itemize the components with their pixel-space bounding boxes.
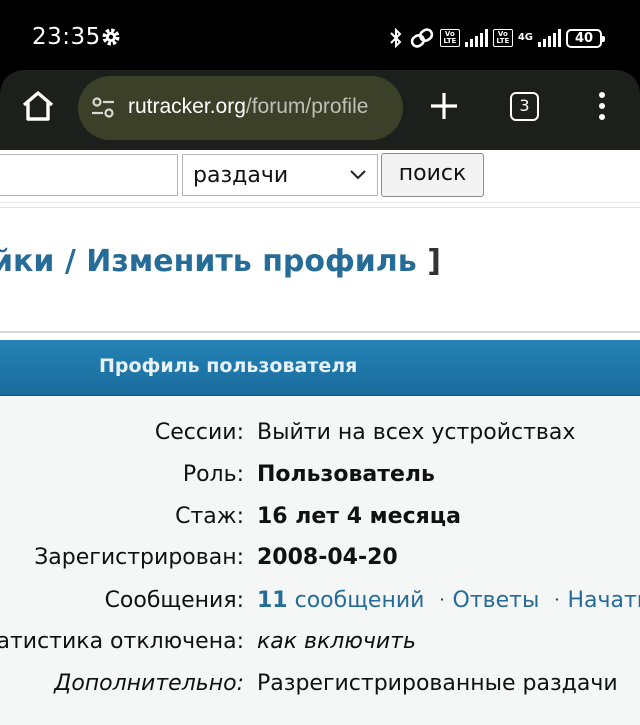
search-button[interactable]: поиск — [381, 153, 484, 197]
home-icon[interactable] — [18, 86, 58, 126]
additional-label: Дополнительно: — [54, 671, 244, 696]
row-experience: Стаж: 16 лет 4 месяца — [0, 500, 640, 536]
messages-label: Сообщения: — [104, 588, 244, 613]
messages-count[interactable]: 11 — [257, 588, 288, 613]
row-statistics: Статистика отключена: как включить — [0, 625, 640, 661]
how-to-enable-link[interactable]: как включить — [257, 629, 416, 654]
site-settings-icon[interactable] — [90, 96, 116, 120]
address-bar[interactable]: rutracker.org/forum/profile — [78, 76, 403, 140]
profile-table: Сессии: Выйти на всех устройствах Роль: … — [0, 396, 640, 725]
browser-toolbar: rutracker.org/forum/profile 3 — [0, 70, 640, 150]
chevron-down-icon — [350, 170, 366, 180]
row-messages: Сообщения: 11 сообщений · Ответы · Начатые — [0, 584, 640, 620]
profile-header-label: Профиль пользователя — [99, 355, 358, 377]
volte-icon: Vo LTE — [439, 29, 460, 47]
logout-all-devices-link[interactable]: Выйти на всех устройствах — [257, 420, 575, 445]
search-category-select[interactable]: раздачи — [182, 154, 378, 196]
status-bar: 23:35 Vo LTE Vo LTE 4G 40 — [0, 0, 640, 70]
page-title: йки / Изменить профиль ] — [0, 244, 441, 279]
row-registered: Зарегистрирован: 2008-04-20 — [0, 541, 640, 577]
role-value: Пользователь — [257, 462, 435, 487]
role-label: Роль: — [182, 462, 244, 487]
signal-icon-2 — [538, 29, 561, 47]
separator-dot: · — [439, 590, 445, 609]
search-row: раздачи поиск — [0, 150, 640, 203]
toolbar-background: rutracker.org/forum/profile 3 — [0, 70, 640, 150]
registered-label: Зарегистрирован: — [34, 545, 244, 570]
battery-icon: 40 — [566, 28, 605, 48]
signal-icon — [464, 29, 488, 47]
unregistered-torrents-link[interactable]: Разрегистрированные раздачи — [257, 671, 618, 696]
row-sessions: Сессии: Выйти на всех устройствах — [0, 416, 640, 452]
separator-dot-2: · — [554, 590, 560, 609]
web-page: раздачи поиск йки / Изменить профиль ] П… — [0, 150, 640, 725]
url-text[interactable]: rutracker.org/forum/profile — [128, 95, 393, 119]
tab-switcher-button[interactable]: 3 — [510, 92, 539, 121]
volte-icon-2: Vo LTE — [492, 29, 513, 47]
url-host: rutracker.org — [128, 95, 246, 118]
messages-link[interactable]: сообщений — [295, 588, 425, 613]
sessions-label: Сессии: — [154, 420, 244, 445]
bluetooth-icon — [390, 27, 402, 49]
gear-icon — [102, 28, 120, 46]
profile-header: Профиль пользователя — [0, 340, 640, 396]
row-role: Роль: Пользователь — [0, 458, 640, 494]
messages-value: 11 сообщений · Ответы · Начатые — [257, 588, 640, 613]
answers-link[interactable]: Ответы — [453, 588, 540, 613]
network-type: 4G — [517, 32, 533, 43]
title-bracket: ] — [427, 244, 441, 279]
status-icons: Vo LTE Vo LTE 4G 40 — [388, 24, 605, 52]
search-select-value: раздачи — [193, 163, 289, 188]
title-link[interactable]: йки / Изменить профиль — [0, 244, 417, 279]
search-input[interactable] — [0, 154, 178, 196]
new-tab-icon[interactable] — [428, 90, 460, 122]
more-menu-icon[interactable] — [592, 92, 612, 122]
registered-value: 2008-04-20 — [257, 545, 398, 570]
started-link[interactable]: Начатые — [567, 588, 640, 613]
row-additional: Дополнительно: Разрегистрированные разда… — [0, 667, 640, 703]
title-box: йки / Изменить профиль ] — [0, 207, 640, 333]
url-path: /forum/profile — [245, 95, 369, 118]
experience-value: 16 лет 4 месяца — [257, 504, 461, 529]
statistics-label: Статистика отключена: — [0, 629, 244, 654]
experience-label: Стаж: — [175, 504, 244, 529]
status-time: 23:35 — [32, 24, 101, 50]
link-icon — [410, 28, 434, 48]
